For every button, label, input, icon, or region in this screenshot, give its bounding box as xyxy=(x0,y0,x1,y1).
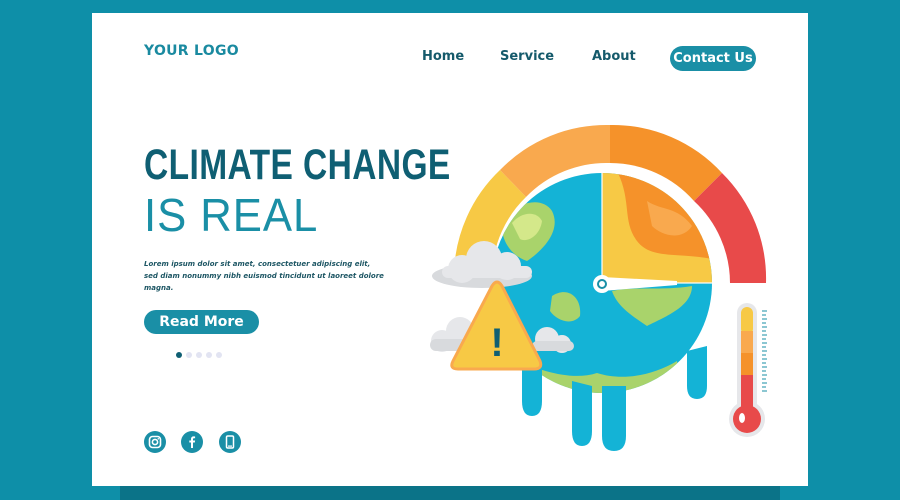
read-more-button[interactable]: Read More xyxy=(144,310,259,334)
hero-description: Lorem ipsum dolor sit amet, consectetuer… xyxy=(144,260,384,292)
instagram-button[interactable] xyxy=(144,431,166,453)
instagram-icon xyxy=(148,435,162,449)
landing-page-card: YOUR LOGO Home Service About Contact Us … xyxy=(92,13,808,486)
nav-about[interactable]: About xyxy=(592,49,636,64)
page-shadow xyxy=(120,486,780,500)
nav-home[interactable]: Home xyxy=(422,49,464,64)
phone-icon xyxy=(225,435,235,449)
hero-title: CLIMATE CHANGE xyxy=(144,141,451,189)
contact-us-button[interactable]: Contact Us xyxy=(670,46,756,71)
thermometer-icon xyxy=(729,303,767,437)
carousel-dot-5[interactable] xyxy=(216,352,222,358)
hero-subtitle: IS REAL xyxy=(144,189,319,241)
carousel-indicator xyxy=(176,352,222,358)
carousel-dot-3[interactable] xyxy=(196,352,202,358)
facebook-icon xyxy=(189,436,196,448)
logo[interactable]: YOUR LOGO xyxy=(144,43,239,59)
nav-service[interactable]: Service xyxy=(500,49,554,64)
carousel-dot-4[interactable] xyxy=(206,352,212,358)
climate-illustration: ! xyxy=(430,124,767,451)
warning-symbol: ! xyxy=(490,321,503,365)
facebook-button[interactable] xyxy=(181,431,203,453)
carousel-dot-2[interactable] xyxy=(186,352,192,358)
melting-globe xyxy=(492,171,712,451)
phone-button[interactable] xyxy=(219,431,241,453)
carousel-dot-1[interactable] xyxy=(176,352,182,358)
